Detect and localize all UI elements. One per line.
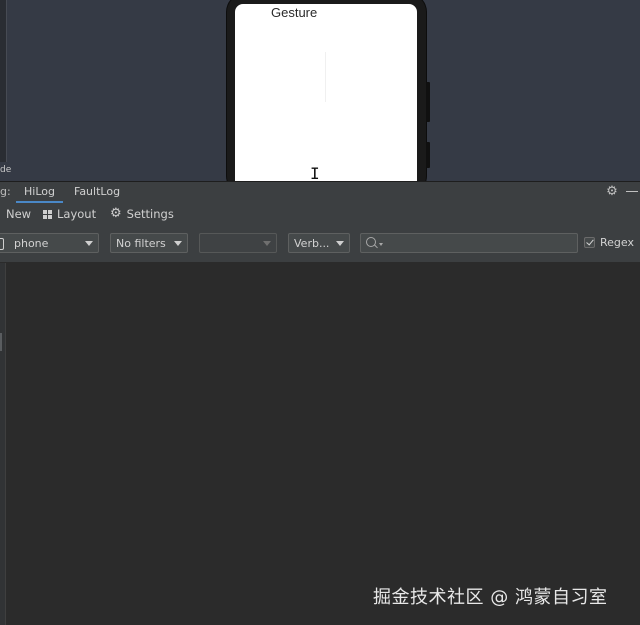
chevron-down-icon <box>85 241 93 246</box>
log-level-select[interactable]: Verb... <box>288 233 350 253</box>
new-button[interactable]: New <box>6 207 31 221</box>
scroll-marker <box>0 333 2 351</box>
filter-select[interactable]: No filters <box>110 233 188 253</box>
gear-icon[interactable]: ⚙ <box>604 184 620 200</box>
new-button-label: New <box>6 207 32 221</box>
tab-faultlog[interactable]: FaultLog <box>74 185 120 198</box>
search-input[interactable] <box>387 236 572 250</box>
layout-grid-icon <box>43 209 52 219</box>
filter-select-value: No filters <box>116 237 166 250</box>
phone-screen[interactable]: Gesture <box>235 4 417 181</box>
regex-checkbox[interactable] <box>584 237 595 248</box>
device-select[interactable]: phone <box>0 233 99 253</box>
layout-button[interactable]: Layout <box>43 207 96 221</box>
screen-title: Gesture <box>271 5 318 20</box>
search-history-caret-icon[interactable] <box>379 243 383 246</box>
log-filter-bar: phone No filters Verb... Regex <box>0 227 640 263</box>
tab-hilog[interactable]: HiLog <box>24 185 55 198</box>
text-cursor-icon: I <box>310 164 320 182</box>
phone-icon <box>0 238 4 250</box>
log-search-box[interactable] <box>360 233 578 253</box>
chevron-down-icon <box>336 241 344 246</box>
phone-volume-button <box>426 82 430 122</box>
chevron-down-icon <box>263 241 271 246</box>
log-level-value: Verb... <box>294 237 330 250</box>
app-window: de Gesture I g: HiLog FaultLog ⚙ New Lay… <box>0 0 640 625</box>
chevron-down-icon <box>174 241 182 246</box>
phone-power-button <box>426 142 430 168</box>
minimize-icon[interactable] <box>626 191 638 192</box>
regex-label: Regex <box>600 236 634 249</box>
watermark-text: 掘金技术社区 @ 鸿蒙自习室 <box>373 587 608 608</box>
log-output-area[interactable] <box>6 263 640 625</box>
left-panel-edge <box>0 0 7 162</box>
settings-gear-icon: ⚙ <box>110 206 122 221</box>
device-preview-area: de Gesture I <box>0 0 640 181</box>
tab-bar-prefix: g: <box>0 185 11 198</box>
settings-button[interactable]: ⚙ Settings <box>110 207 174 221</box>
device-select-value: phone <box>14 237 49 250</box>
check-icon <box>586 237 594 246</box>
package-select[interactable] <box>199 233 277 253</box>
screen-divider <box>325 52 326 102</box>
search-icon[interactable] <box>366 237 376 247</box>
log-toolbar: New Layout ⚙ Settings <box>0 203 640 227</box>
left-panel-text: de <box>0 165 12 175</box>
phone-frame: Gesture <box>227 0 430 181</box>
settings-button-label: Settings <box>126 207 174 221</box>
log-tab-bar: g: HiLog FaultLog ⚙ <box>0 181 640 204</box>
layout-button-label: Layout <box>57 207 97 221</box>
